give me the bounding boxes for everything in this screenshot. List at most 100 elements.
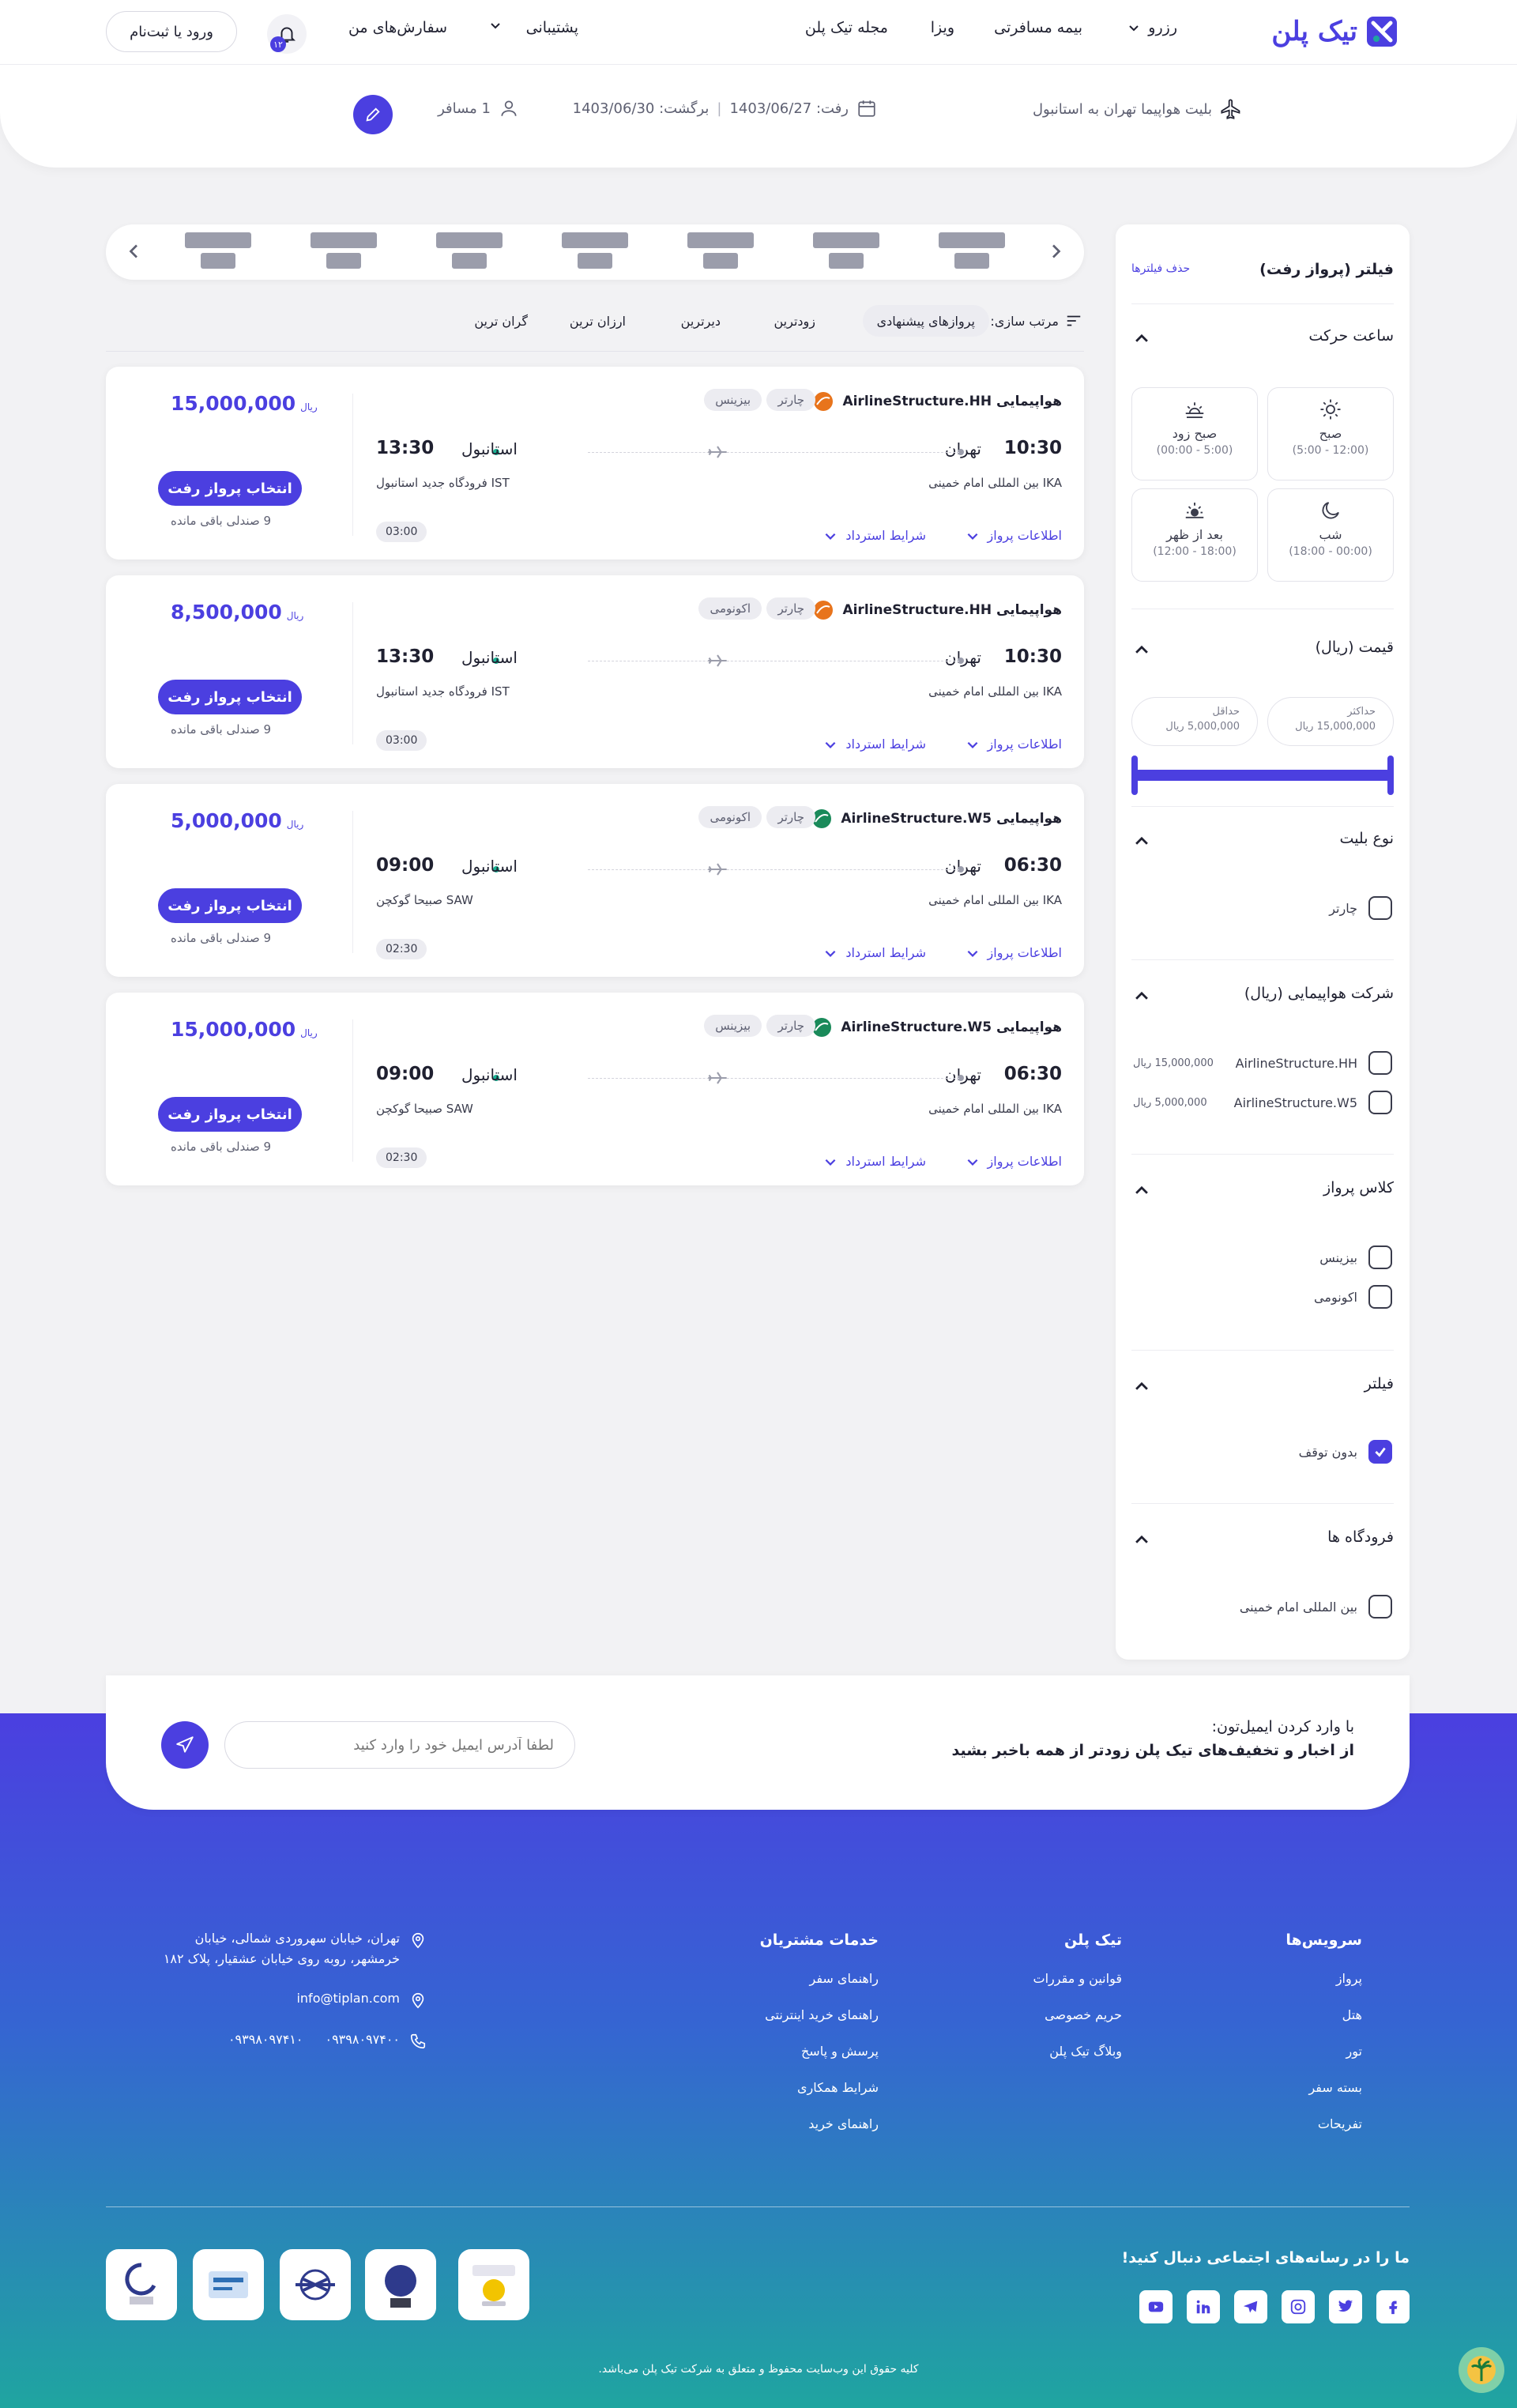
edit-search-button[interactable]	[353, 95, 393, 134]
notifications-button[interactable]: ۱۲	[267, 14, 307, 54]
newsletter-email-input[interactable]	[224, 1721, 575, 1769]
checkbox[interactable]	[1368, 1285, 1392, 1309]
twitter-button[interactable]	[1329, 2290, 1362, 2323]
nav-orders-label[interactable]: سفارش‌های من	[348, 19, 447, 36]
refund-terms-toggle[interactable]: شرایط استرداد	[823, 737, 926, 752]
footer-link[interactable]: پرواز	[1336, 1971, 1362, 1986]
sort-most-expensive[interactable]: گران ترین	[460, 305, 542, 337]
footer-link[interactable]: راهنمای خرید اینترنتی	[765, 2007, 879, 2022]
flight-info-toggle[interactable]: اطلاعات پرواز	[966, 528, 1062, 543]
chevron-up-icon[interactable]	[1133, 988, 1150, 1005]
filter-ticket-charter[interactable]: چارتر	[1329, 896, 1392, 920]
trust-badge[interactable]	[365, 2249, 436, 2320]
stops-title[interactable]: فیلتر	[1365, 1375, 1394, 1392]
price-slider-min-handle[interactable]	[1131, 756, 1138, 795]
select-flight-button[interactable]: انتخاب پرواز رفت	[158, 471, 302, 506]
reset-filters-link[interactable]: حذف فیلترها	[1131, 262, 1190, 275]
footer-link[interactable]: شرایط همکاری	[797, 2080, 879, 2095]
airports-title[interactable]: فرودگاه ها	[1327, 1528, 1394, 1546]
date-item-placeholder[interactable]	[185, 232, 251, 269]
nav-insurance[interactable]: بیمه مسافرتی	[994, 19, 1082, 36]
footer-link[interactable]: راهنمای سفر	[810, 1971, 879, 1986]
footer-phones[interactable]: ۰۹۳۹۸۰۹۷۴۰۰ ۰۹۳۹۸۰۹۷۴۱۰	[228, 2029, 427, 2050]
footer-link[interactable]: هتل	[1342, 2007, 1362, 2022]
checkbox[interactable]	[1368, 896, 1392, 920]
flight-info-toggle[interactable]: اطلاعات پرواز	[966, 1154, 1062, 1169]
youtube-button[interactable]	[1139, 2290, 1173, 2323]
price-slider-max-handle[interactable]	[1387, 756, 1394, 795]
filter-class-business[interactable]: بیزینس	[1319, 1245, 1392, 1269]
footer-link[interactable]: وبلاگ تیک پلن	[1049, 2044, 1122, 2059]
flight-class-title[interactable]: کلاس پرواز	[1323, 1179, 1394, 1196]
date-item-placeholder[interactable]	[562, 232, 628, 269]
newsletter-send-button[interactable]	[161, 1721, 209, 1769]
sort-suggested[interactable]: پروازهای پیشنهادی	[862, 305, 989, 337]
linkedin-button[interactable]	[1187, 2290, 1220, 2323]
checkbox[interactable]	[1368, 1245, 1392, 1269]
nav-reserve[interactable]: رزرو	[1127, 19, 1177, 36]
time-slot-night[interactable]: شب (00:00 - 18:00)	[1267, 488, 1394, 582]
checkbox-checked[interactable]	[1368, 1440, 1392, 1464]
time-slot-afternoon[interactable]: بعد از ظهر (18:00 - 12:00)	[1131, 488, 1258, 582]
filter-class-economy[interactable]: اکونومی	[1314, 1285, 1392, 1309]
sort-cheapest[interactable]: ارزان ترین	[555, 305, 640, 337]
chevron-up-icon[interactable]	[1133, 1182, 1150, 1200]
checkbox[interactable]	[1368, 1595, 1392, 1619]
trust-badge[interactable]	[280, 2249, 351, 2320]
chevron-up-icon[interactable]	[1133, 330, 1150, 348]
refund-terms-toggle[interactable]: شرایط استرداد	[823, 1154, 926, 1169]
footer-link[interactable]: تور	[1346, 2044, 1362, 2059]
chevron-up-icon[interactable]	[1133, 642, 1150, 659]
footer-link[interactable]: قوانین و مقررات	[1033, 1971, 1122, 1986]
trust-badge[interactable]	[106, 2249, 177, 2320]
price-max-field[interactable]: حداکثر 15,000,000 ریال	[1267, 697, 1394, 746]
select-flight-button[interactable]: انتخاب پرواز رفت	[158, 1097, 302, 1132]
price-slider-track[interactable]	[1133, 770, 1392, 781]
filter-airline-hh[interactable]: AirlineStructure.HH	[1236, 1051, 1392, 1075]
time-slot-morning[interactable]: صبح (12:00 - 5:00)	[1267, 387, 1394, 480]
select-flight-button[interactable]: انتخاب پرواز رفت	[158, 680, 302, 714]
select-flight-button[interactable]: انتخاب پرواز رفت	[158, 888, 302, 923]
chevron-left-icon[interactable]	[125, 242, 144, 261]
footer-link[interactable]: بسته سفر	[1308, 2080, 1362, 2095]
footer-link[interactable]: تفریحات	[1318, 2116, 1362, 2131]
login-button[interactable]: ورود یا ثبت‌نام	[106, 11, 237, 52]
date-item-placeholder[interactable]	[687, 232, 754, 269]
nav-visa[interactable]: ویزا	[931, 19, 954, 36]
footer-link[interactable]: پرسش و پاسخ	[801, 2044, 879, 2059]
checkbox[interactable]	[1368, 1051, 1392, 1075]
chevron-up-icon[interactable]	[1133, 1378, 1150, 1396]
departure-time-title[interactable]: ساعت حرکت	[1308, 327, 1394, 345]
telegram-button[interactable]	[1234, 2290, 1267, 2323]
sort-earliest[interactable]: زودترین	[760, 305, 830, 337]
filter-airport-ika[interactable]: بین المللی امام خمینی	[1240, 1595, 1392, 1619]
footer-link[interactable]: حریم خصوصی	[1045, 2007, 1122, 2022]
date-item-placeholder[interactable]	[311, 232, 377, 269]
footer-email[interactable]: info@tiplan.com	[296, 1988, 427, 2009]
sort-latest[interactable]: دیرترین	[667, 305, 735, 337]
nav-magazine[interactable]: مجله تیک پلن	[805, 19, 888, 36]
nav-support[interactable]: پشتیبانی	[526, 19, 578, 36]
trust-badge[interactable]	[193, 2249, 264, 2320]
trust-badge[interactable]	[458, 2249, 529, 2320]
instagram-button[interactable]	[1282, 2290, 1315, 2323]
price-min-field[interactable]: حداقل 5,000,000 ریال	[1131, 697, 1258, 746]
footer-link[interactable]: راهنمای خرید	[808, 2116, 879, 2131]
refund-terms-toggle[interactable]: شرایط استرداد	[823, 945, 926, 960]
date-item-placeholder[interactable]	[939, 232, 1005, 269]
chevron-up-icon[interactable]	[1133, 833, 1150, 850]
price-title[interactable]: قیمت (ریال)	[1316, 639, 1394, 656]
airline-title[interactable]: شرکت هواپیمایی (ریال)	[1244, 985, 1394, 1002]
chevron-up-icon[interactable]	[1133, 1532, 1150, 1549]
brand-logo[interactable]: تیک پلن	[1271, 13, 1398, 51]
flight-info-toggle[interactable]: اطلاعات پرواز	[966, 945, 1062, 960]
flight-info-toggle[interactable]: اطلاعات پرواز	[966, 737, 1062, 752]
nav-orders[interactable]	[489, 19, 502, 32]
ticket-type-title[interactable]: نوع بلیت	[1340, 830, 1394, 847]
date-item-placeholder[interactable]	[436, 232, 503, 269]
time-slot-early-morning[interactable]: صبح زود (5:00 - 00:00)	[1131, 387, 1258, 480]
chat-widget-button[interactable]	[1459, 2347, 1504, 2393]
chevron-right-icon[interactable]	[1046, 242, 1065, 261]
refund-terms-toggle[interactable]: شرایط استرداد	[823, 528, 926, 543]
filter-nonstop[interactable]: بدون توقف	[1299, 1440, 1392, 1464]
